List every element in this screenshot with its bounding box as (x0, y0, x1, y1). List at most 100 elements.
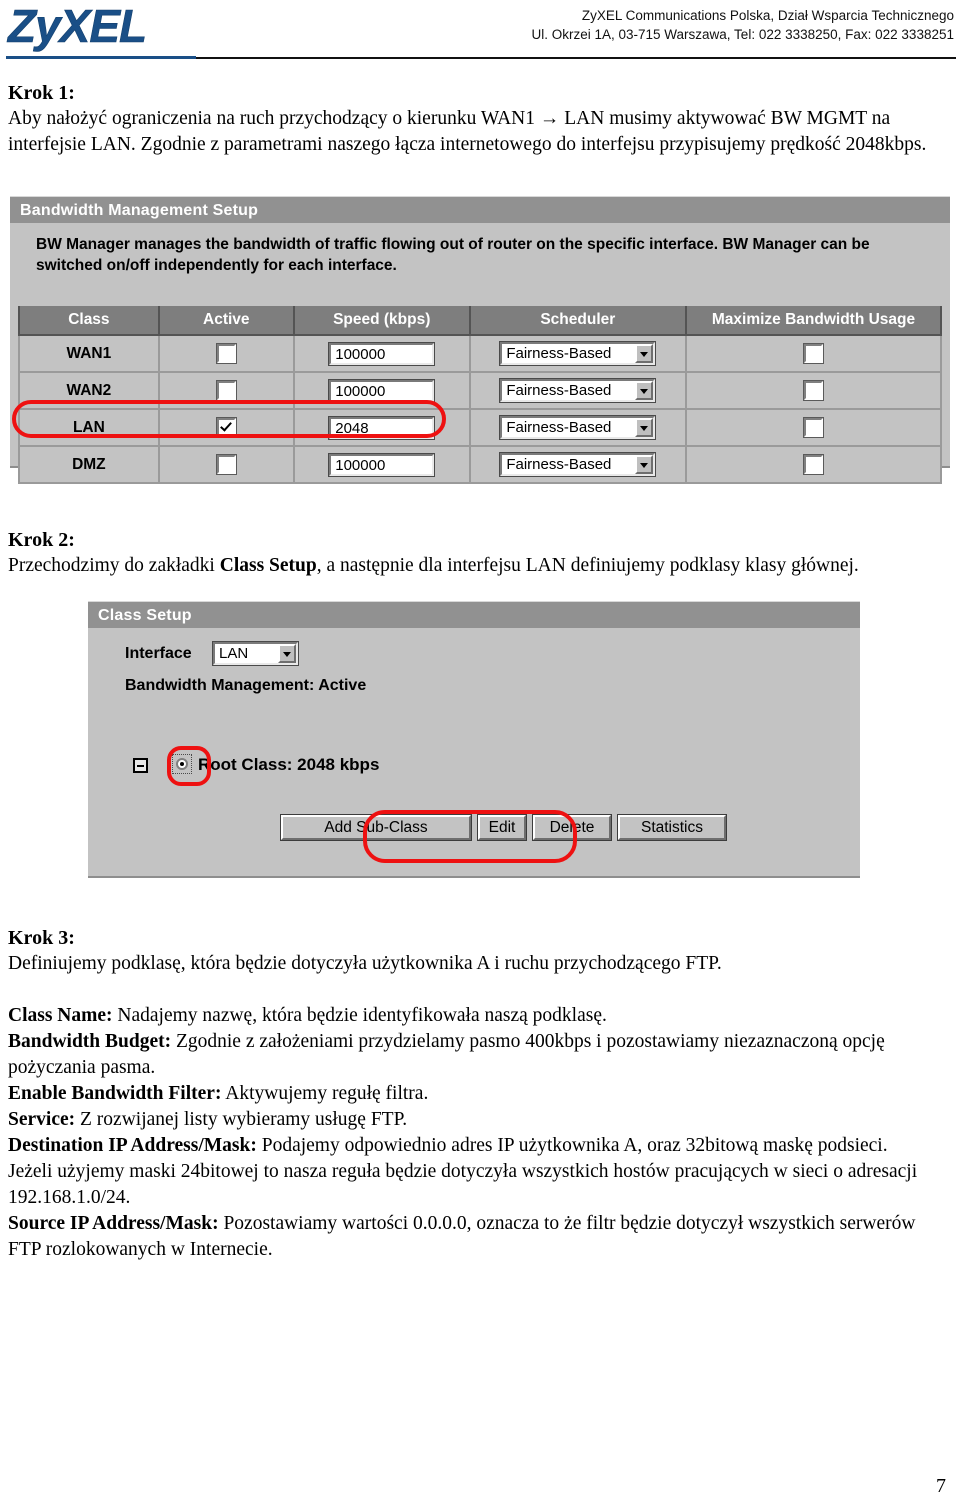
row-speed-cell: 2048 (292, 409, 471, 447)
speed-input[interactable]: 2048 (329, 416, 435, 439)
item-term: Class Name: (8, 1005, 113, 1026)
company-address-line: Ul. Okrzei 1A, 03-715 Warszawa, Tel: 022… (531, 27, 954, 42)
row-class-label: DMZ (18, 446, 160, 484)
column-header-active: Active (157, 306, 295, 336)
step-3-item: Source IP Address/Mask: Pozostawiamy war… (8, 1211, 952, 1263)
scheduler-select[interactable]: Fairness-Based (500, 453, 656, 476)
table-row: LAN 2048 Fairness-Based (18, 409, 943, 447)
item-term: Service: (8, 1109, 76, 1130)
speed-input[interactable]: 100000 (329, 342, 435, 365)
zyxel-logo: ZyXEL (8, 0, 148, 52)
class-setup-panel: Class Setup Interface LAN Bandwidth Mana… (88, 601, 860, 878)
step-2-body-bold: Class Setup (219, 555, 317, 576)
scheduler-select-value: Fairness-Based (506, 419, 612, 436)
delete-button[interactable]: Delete (533, 815, 611, 840)
row-active-cell (157, 446, 295, 484)
active-checkbox[interactable] (216, 344, 236, 363)
statistics-button[interactable]: Statistics (618, 815, 726, 840)
class-setup-panel-title: Class Setup (88, 601, 860, 628)
scheduler-select[interactable]: Fairness-Based (500, 342, 656, 365)
row-scheduler-cell: Fairness-Based (468, 409, 687, 447)
table-row: DMZ 100000 Fairness-Based (18, 446, 943, 484)
item-text: Jeżeli użyjemy maski 24bitowej to nasza … (8, 1161, 918, 1208)
active-checkbox[interactable] (216, 418, 236, 437)
step-2-heading: Krok 2: (8, 529, 75, 551)
maximize-checkbox[interactable] (803, 381, 823, 400)
column-header-scheduler: Scheduler (468, 306, 687, 336)
bwm-panel-title: Bandwidth Management Setup (10, 196, 950, 223)
add-sub-class-button[interactable]: Add Sub-Class (281, 815, 471, 840)
column-header-speed: Speed (kbps) (292, 306, 471, 336)
step-3-item: Bandwidth Budget: Zgodnie z założeniami … (8, 1029, 952, 1081)
maximize-checkbox[interactable] (803, 418, 823, 437)
company-contact-info: ZyXEL Communications Polska, Dział Wspar… (531, 6, 954, 44)
maximize-checkbox[interactable] (803, 344, 823, 363)
table-row: WAN1 100000 Fairness-Based (18, 335, 943, 373)
step-3-item: Destination IP Address/Mask: Podajemy od… (8, 1133, 952, 1159)
row-speed-cell: 100000 (292, 335, 471, 373)
item-text: Nadajemy nazwę, która będzie identyfikow… (112, 1005, 607, 1026)
table-header-row: Class Active Speed (kbps) Scheduler Maxi… (18, 306, 943, 336)
step-1-body: Aby nałożyć ograniczenia na ruch przycho… (8, 108, 927, 155)
step-1-heading: Krok 1: (8, 82, 75, 104)
step-2-section: Krok 2: Przechodzimy do zakładki Class S… (8, 527, 952, 579)
column-header-maximize: Maximize Bandwidth Usage (684, 306, 943, 336)
row-maximize-cell (684, 372, 943, 410)
row-speed-cell: 100000 (292, 446, 471, 484)
scheduler-select[interactable]: Fairness-Based (500, 379, 656, 402)
step-2-body-post: , a następnie dla interfejsu LAN definiu… (316, 555, 859, 576)
item-term: Enable Bandwidth Filter: (8, 1083, 222, 1104)
item-term: Source IP Address/Mask: (8, 1213, 219, 1234)
row-class-label: WAN1 (18, 335, 160, 373)
scheduler-select[interactable]: Fairness-Based (500, 416, 656, 439)
chevron-down-icon[interactable] (635, 344, 654, 363)
row-scheduler-cell: Fairness-Based (468, 372, 687, 410)
item-text: Z rozwijanej listy wybieramy usługę FTP. (75, 1109, 408, 1130)
header-rule-blue (6, 56, 196, 59)
step-3-item: Service: Z rozwijanej listy wybieramy us… (8, 1107, 952, 1133)
bwm-panel-description: BW Manager manages the bandwidth of traf… (36, 236, 870, 274)
speed-input[interactable]: 100000 (329, 379, 435, 402)
row-maximize-cell (684, 409, 943, 447)
edit-button[interactable]: Edit (478, 815, 526, 840)
root-class-radio[interactable] (172, 754, 192, 774)
chevron-down-icon[interactable] (635, 455, 654, 474)
bandwidth-management-setup-panel: Bandwidth Management Setup BW Manager ma… (10, 196, 950, 484)
page-header: ZyXEL ZyXEL Communications Polska, Dział… (0, 0, 960, 62)
row-maximize-cell (684, 446, 943, 484)
step-3-spacer (8, 977, 952, 1003)
row-active-cell (157, 372, 295, 410)
bandwidth-class-table: Class Active Speed (kbps) Scheduler Maxi… (18, 306, 943, 484)
step-3-item: Class Name: Nadajemy nazwę, która będzie… (8, 1003, 952, 1029)
interface-select[interactable]: LAN (213, 642, 298, 665)
maximize-checkbox[interactable] (803, 455, 823, 474)
active-checkbox[interactable] (216, 381, 236, 400)
step-2-body: Przechodzimy do zakładki Class Setup, a … (8, 553, 952, 579)
item-term: Destination IP Address/Mask: (8, 1135, 257, 1156)
step-3-intro: Definiujemy podklasę, która będzie dotyc… (8, 953, 722, 974)
speed-input[interactable]: 100000 (329, 453, 435, 476)
step-3-section: Krok 3: Definiujemy podklasę, która będz… (8, 925, 952, 1263)
root-class-label: Root Class: 2048 kbps (198, 755, 380, 774)
table-row: WAN2 100000 Fairness-Based (18, 372, 943, 410)
item-text: Aktywujemy regułę filtra. (221, 1083, 429, 1104)
chevron-down-icon[interactable] (635, 381, 654, 400)
header-rule-black (196, 57, 956, 59)
chevron-down-icon[interactable] (278, 644, 296, 663)
row-scheduler-cell: Fairness-Based (468, 446, 687, 484)
row-class-label: LAN (18, 409, 160, 447)
chevron-down-icon[interactable] (635, 418, 654, 437)
interface-label: Interface (125, 645, 192, 662)
scheduler-select-value: Fairness-Based (506, 456, 612, 473)
row-maximize-cell (684, 335, 943, 373)
row-active-cell (157, 335, 295, 373)
interface-select-value: LAN (219, 645, 249, 662)
active-checkbox[interactable] (216, 455, 236, 474)
row-speed-cell: 100000 (292, 372, 471, 410)
item-term: Bandwidth Budget: (8, 1031, 172, 1052)
item-text: Podajemy odpowiednio adres IP użytkownik… (256, 1135, 888, 1156)
tree-collapse-icon[interactable] (133, 758, 148, 773)
company-name-line: ZyXEL Communications Polska, Dział Wspar… (581, 8, 954, 23)
step-3-heading: Krok 3: (8, 927, 75, 949)
step-3-item: Jeżeli użyjemy maski 24bitowej to nasza … (8, 1159, 952, 1211)
